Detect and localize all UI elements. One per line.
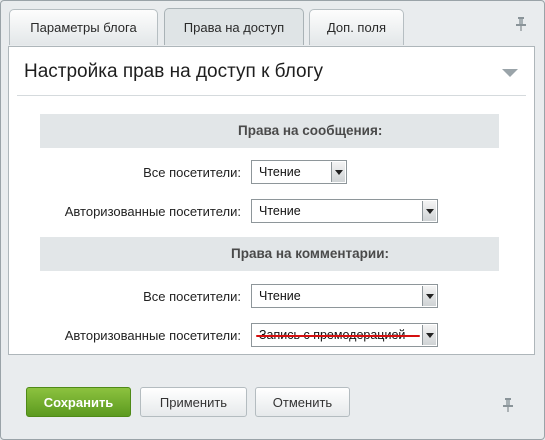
tab-blog-parameters[interactable]: Параметры блога: [9, 9, 158, 45]
save-button[interactable]: Сохранить: [26, 387, 131, 417]
cancel-button[interactable]: Отменить: [255, 387, 350, 417]
chevron-down-icon[interactable]: [422, 325, 436, 345]
red-underline-highlight: [256, 335, 420, 337]
section-messages-title: Права на сообщения:: [238, 123, 383, 138]
select-value: Чтение: [259, 165, 301, 179]
section-messages-header: Права на сообщения:: [40, 114, 499, 148]
chevron-down-icon[interactable]: [331, 162, 345, 182]
select-value: Чтение: [259, 204, 301, 218]
chevron-down-icon[interactable]: [422, 201, 436, 221]
messages-auth-visitors-select[interactable]: Чтение: [251, 199, 438, 223]
comments-auth-visitors-label: Авторизованные посетители:: [64, 328, 241, 343]
panel-title: Настройка прав на доступ к блогу: [24, 61, 323, 82]
messages-auth-visitors-label: Авторизованные посетители:: [64, 204, 241, 219]
tab-extra-fields[interactable]: Доп. поля: [309, 9, 404, 45]
section-comments-title: Права на комментарии:: [231, 246, 389, 261]
content-panel: Настройка прав на доступ к блогу Права н…: [8, 46, 535, 355]
apply-button[interactable]: Применить: [140, 387, 247, 417]
comments-all-visitors-select[interactable]: Чтение: [251, 284, 438, 308]
section-comments-header: Права на комментарии:: [40, 237, 499, 271]
comments-all-visitors-label: Все посетители:: [143, 289, 241, 304]
pin-icon[interactable]: [515, 16, 527, 32]
divider: [17, 95, 526, 96]
messages-all-visitors-select[interactable]: Чтение: [251, 160, 347, 184]
select-value: Чтение: [259, 289, 301, 303]
chevron-down-icon[interactable]: [422, 286, 436, 306]
tab-access-rights[interactable]: Права на доступ: [164, 8, 304, 45]
collapse-arrow-icon[interactable]: [502, 69, 518, 77]
messages-all-visitors-label: Все посетители:: [143, 165, 241, 180]
pin-icon[interactable]: [502, 397, 514, 413]
